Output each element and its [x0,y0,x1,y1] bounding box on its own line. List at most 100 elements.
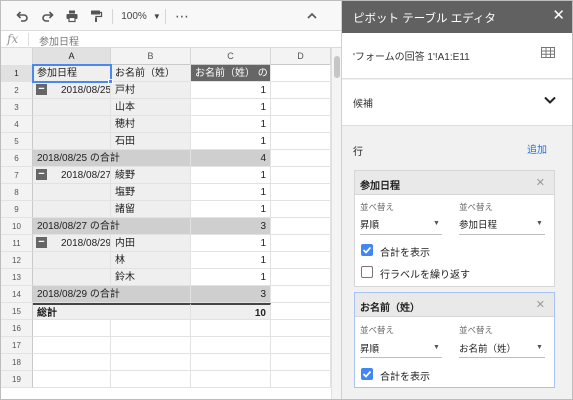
show-totals-checkbox[interactable] [361,244,373,256]
row-header[interactable]: 16 [1,320,33,337]
collapse-toolbar-icon[interactable] [303,6,321,26]
count-cell[interactable]: 1 [191,252,271,269]
chevron-down-icon[interactable] [544,96,556,104]
more-options-icon[interactable]: ⋯ [173,6,191,26]
grand-total-value[interactable]: 10 [191,303,271,320]
cell-d[interactable] [271,337,331,354]
name-cell[interactable]: 塩野 [111,184,191,201]
cell-d[interactable] [271,65,331,82]
print-icon[interactable] [63,6,81,26]
cell-b[interactable] [111,320,191,337]
undo-icon[interactable] [13,6,31,26]
group-cell[interactable] [33,99,111,116]
cell-d[interactable] [271,354,331,371]
cell-d[interactable] [271,99,331,116]
name-cell[interactable]: 鈴木 [111,269,191,286]
cell-d[interactable] [271,167,331,184]
sort-order-select[interactable]: 昇順 [360,341,379,355]
add-row-link[interactable]: 追加 [527,141,547,156]
row-header[interactable]: 13 [1,269,33,286]
cell-a[interactable] [33,320,111,337]
collapse-group-icon[interactable]: − [36,83,47,95]
subtotal-value[interactable]: 3 [191,218,271,235]
cell-d[interactable] [271,218,331,235]
name-cell[interactable]: 石田 [111,133,191,150]
column-header-d[interactable]: D [271,48,331,65]
data-range-field[interactable]: 'フォームの回答 1'!A1:E11 [342,33,572,79]
cell-c[interactable] [191,371,271,388]
count-cell[interactable]: 1 [191,99,271,116]
count-cell[interactable]: 1 [191,133,271,150]
group-cell[interactable]: − 2018/08/25 [33,82,111,99]
grid-select-icon[interactable] [541,47,555,58]
row-header[interactable]: 19 [1,371,33,388]
row-header[interactable]: 6 [1,150,33,167]
name-cell[interactable]: 山本 [111,99,191,116]
row-header[interactable]: 5 [1,133,33,150]
subtotal-label[interactable]: 2018/08/25 の合計 [33,150,191,167]
cell-d[interactable] [271,320,331,337]
spreadsheet-grid[interactable]: A B C D 1 参加日程 お名前（姓） お名前（姓） の 2−2018/08/25 戸… [1,48,341,399]
cell-d[interactable] [271,184,331,201]
cell-d[interactable] [271,371,331,388]
sort-by-select[interactable]: お名前（姓） [459,341,516,355]
cell-a[interactable]: 参加日程 [33,65,111,82]
paint-format-icon[interactable] [87,6,105,26]
collapse-group-icon[interactable]: − [36,168,47,180]
repeat-labels-checkbox[interactable] [361,266,373,278]
row-header[interactable]: 17 [1,337,33,354]
name-cell[interactable]: 戸村 [111,82,191,99]
name-cell[interactable]: 穂村 [111,116,191,133]
suggestions-section[interactable]: 候補 [342,80,572,126]
cell-d[interactable] [271,269,331,286]
row-header[interactable]: 10 [1,218,33,235]
cell-c[interactable] [191,337,271,354]
group-cell[interactable] [33,252,111,269]
cell-d[interactable] [271,116,331,133]
cell-b[interactable] [111,371,191,388]
zoom-select[interactable]: 100% ▼ [121,6,161,26]
row-header[interactable]: 14 [1,286,33,303]
count-cell[interactable]: 1 [191,82,271,99]
cell-d[interactable] [271,150,331,167]
fill-handle[interactable] [108,79,113,84]
group-cell[interactable] [33,116,111,133]
group-cell[interactable] [33,269,111,286]
sort-order-select[interactable]: 昇順 [360,217,379,231]
count-cell[interactable]: 1 [191,201,271,218]
cell-a[interactable] [33,354,111,371]
row-header[interactable]: 9 [1,201,33,218]
count-cell[interactable]: 1 [191,269,271,286]
count-cell[interactable]: 1 [191,167,271,184]
scrollbar-thumb[interactable] [334,56,340,78]
group-cell[interactable]: − 2018/08/27 [33,167,111,184]
column-header-c[interactable]: C [191,48,271,65]
row-header[interactable]: 8 [1,184,33,201]
group-cell[interactable] [33,201,111,218]
cell-b[interactable] [111,337,191,354]
cell-d[interactable] [271,252,331,269]
name-cell[interactable]: 綾野 [111,167,191,184]
sort-by-select[interactable]: 参加日程 [459,217,497,231]
cell-c[interactable] [191,354,271,371]
redo-icon[interactable] [39,6,57,26]
subtotal-label[interactable]: 2018/08/27 の合計 [33,218,191,235]
name-cell[interactable]: 諸留 [111,201,191,218]
row-header[interactable]: 15 [1,303,33,320]
formula-input[interactable]: 参加日程 [39,33,79,48]
row-header[interactable]: 11 [1,235,33,252]
vertical-scrollbar[interactable] [331,48,341,399]
cell-a[interactable] [33,371,111,388]
cell-c[interactable] [191,320,271,337]
name-cell[interactable]: 内田 [111,235,191,252]
cell-a[interactable] [33,337,111,354]
column-header-b[interactable]: B [111,48,191,65]
count-cell[interactable]: 1 [191,116,271,133]
select-all-corner[interactable] [1,48,33,65]
row-header[interactable]: 3 [1,99,33,116]
cell-d[interactable] [271,235,331,252]
count-cell[interactable]: 1 [191,235,271,252]
group-cell[interactable] [33,184,111,201]
row-header[interactable]: 2 [1,82,33,99]
group-cell[interactable]: − 2018/08/29 [33,235,111,252]
